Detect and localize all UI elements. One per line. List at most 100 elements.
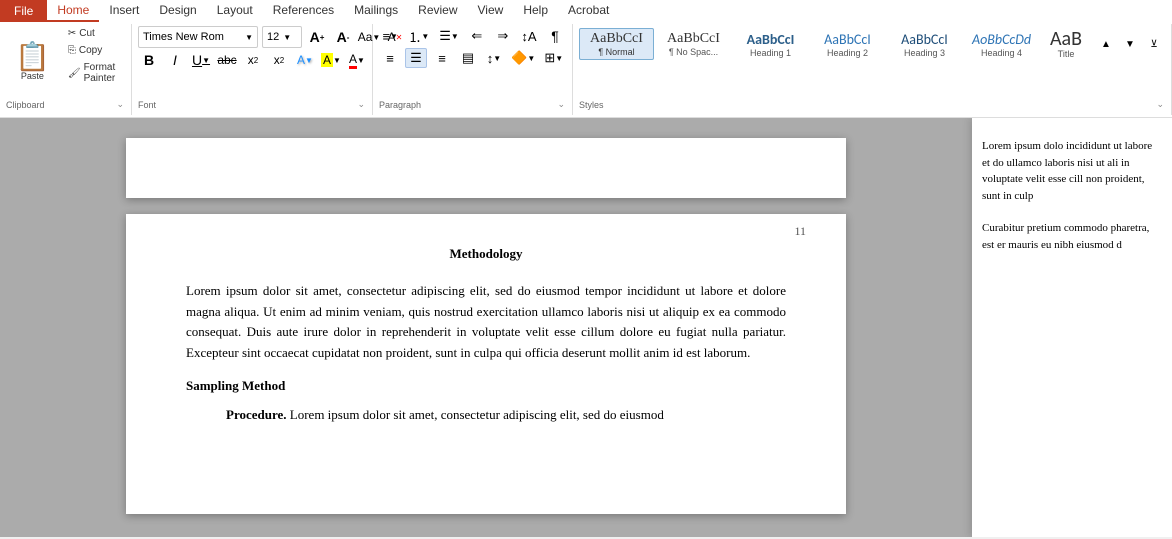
review-menu-item[interactable]: Review (408, 0, 467, 22)
cut-button[interactable]: ✂ Cut (63, 26, 125, 41)
style-no-spacing-button[interactable]: AaBbCcI ¶ No Spac... (656, 28, 731, 60)
font-grow-button[interactable]: A+ (306, 27, 328, 47)
acrobat-menu-item[interactable]: Acrobat (558, 0, 619, 22)
line-spacing-button[interactable]: ↕▼ (483, 48, 505, 68)
format-painter-icon: 🖌 (68, 68, 81, 79)
style-heading1-button[interactable]: AaBbCcI Heading 1 (733, 28, 808, 61)
font-size-dropdown-arrow: ▼ (283, 33, 291, 42)
right-para-1: Lorem ipsum dolo incididunt ut labore et… (982, 138, 1162, 204)
align-center-button[interactable]: ☰ (405, 48, 427, 68)
font-size-value: 12 (267, 31, 279, 43)
paragraph-group: ≡▼ ⒈▼ ☰▼ ⇐ ⇒ ↕A ¶ ≡ ☰ ≡ ▤ ↕▼ 🔶▼ ⊞▼ Parag… (373, 24, 573, 115)
style-heading1-preview: AaBbCcI (747, 31, 795, 48)
page-number: 11 (794, 224, 806, 239)
clipboard-expand-btn[interactable]: ⌄ (115, 98, 125, 111)
text-effects-button[interactable]: A▼ (294, 50, 316, 70)
references-menu-item[interactable]: References (263, 0, 344, 22)
format-painter-label: Format Painter (84, 62, 120, 84)
clipboard-group-label: Clipboard (6, 100, 45, 110)
strikethrough-button[interactable]: abc (216, 50, 238, 70)
scissors-icon: ✂ (68, 28, 76, 39)
sampling-method-heading: Sampling Method (186, 376, 786, 397)
paste-label: Paste (21, 71, 44, 81)
font-row-1: Times New Rom ▼ 12 ▼ A+ A- Aа▼ A✕ (138, 26, 366, 48)
style-heading4-label: Heading 4 (981, 48, 1022, 58)
page-content[interactable]: Methodology Lorem ipsum dolor sit amet, … (126, 214, 846, 464)
style-normal-label: ¶ Normal (598, 47, 634, 57)
mailings-menu-item[interactable]: Mailings (344, 0, 408, 22)
style-title-button[interactable]: AaB Title (1041, 26, 1091, 62)
paste-button[interactable]: 📋 Paste (6, 26, 59, 98)
style-normal-preview: AaBbCcI (590, 31, 643, 47)
font-size-selector[interactable]: 12 ▼ (262, 26, 302, 48)
cut-label: Cut (79, 28, 95, 39)
styles-more-button[interactable]: ⊻ (1143, 34, 1165, 54)
styles-expand-btn[interactable]: ⌄ (1155, 98, 1165, 111)
clipboard-side: ✂ Cut ⎘ Copy 🖌 Format Painter (63, 26, 125, 98)
justify-button[interactable]: ▤ (457, 48, 479, 68)
show-marks-button[interactable]: ¶ (544, 26, 566, 46)
main-paragraph[interactable]: Lorem ipsum dolor sit amet, consectetur … (186, 281, 786, 364)
decrease-indent-button[interactable]: ⇐ (466, 26, 488, 46)
insert-menu-item[interactable]: Insert (99, 0, 149, 22)
clipboard-group-footer: Clipboard ⌄ (6, 98, 125, 113)
paragraph-expand-btn[interactable]: ⌄ (556, 98, 566, 111)
right-para-1-text: Lorem ipsum dolo incididunt ut labore et… (982, 140, 1152, 202)
home-menu-item[interactable]: Home (47, 0, 99, 22)
style-heading4-button[interactable]: AoBbCcDd Heading 4 (964, 28, 1039, 61)
style-no-spacing-preview: AaBbCcI (667, 31, 720, 47)
align-right-button[interactable]: ≡ (431, 48, 453, 68)
design-menu-item[interactable]: Design (149, 0, 206, 22)
bold-button[interactable]: B (138, 50, 160, 70)
right-para-2-text: Curabitur pretium commodo pharetra, est … (982, 222, 1149, 251)
style-heading4-preview: AoBbCcDd (972, 31, 1031, 48)
font-shrink-button[interactable]: A- (332, 27, 354, 47)
style-heading3-label: Heading 3 (904, 48, 945, 58)
paragraph-group-label: Paragraph (379, 100, 421, 110)
bullet-list-button[interactable]: ≡▼ (379, 26, 401, 46)
style-normal-button[interactable]: AaBbCcI ¶ Normal (579, 28, 654, 60)
style-heading2-label: Heading 2 (827, 48, 868, 58)
methodology-heading: Methodology (186, 244, 786, 265)
styles-scroll-down-button[interactable]: ▼ (1119, 34, 1141, 54)
para-row-2: ≡ ☰ ≡ ▤ ↕▼ 🔶▼ ⊞▼ (379, 48, 566, 68)
shading-button[interactable]: 🔶▼ (509, 48, 538, 68)
styles-scroll-up-button[interactable]: ▲ (1095, 34, 1117, 54)
menu-items: Home Insert Design Layout References Mai… (47, 0, 1172, 22)
numbered-list-button[interactable]: ⒈▼ (405, 26, 432, 46)
style-title-label: Title (1058, 49, 1075, 59)
menu-bar: File Home Insert Design Layout Reference… (0, 0, 1172, 22)
help-menu-item[interactable]: Help (513, 0, 558, 22)
view-menu-item[interactable]: View (468, 0, 514, 22)
italic-button[interactable]: I (164, 50, 186, 70)
borders-button[interactable]: ⊞▼ (542, 48, 566, 68)
superscript-button[interactable]: x2 (268, 50, 290, 70)
procedure-text[interactable]: Lorem ipsum dolor sit amet, consectetur … (290, 407, 664, 422)
page-container[interactable]: 11 Methodology Lorem ipsum dolor sit ame… (0, 118, 972, 537)
layout-menu-item[interactable]: Layout (207, 0, 263, 22)
align-left-button[interactable]: ≡ (379, 48, 401, 68)
ribbon: 📋 Paste ✂ Cut ⎘ Copy 🖌 Format Painter C (0, 22, 1172, 118)
increase-indent-button[interactable]: ⇒ (492, 26, 514, 46)
subscript-button[interactable]: x2 (242, 50, 264, 70)
file-menu-item[interactable]: File (0, 0, 47, 22)
font-family-selector[interactable]: Times New Rom ▼ (138, 26, 258, 48)
highlight-color-button[interactable]: A▼ (320, 50, 342, 70)
font-expand-btn[interactable]: ⌄ (356, 98, 366, 111)
style-heading3-button[interactable]: AaBbCcI Heading 3 (887, 28, 962, 61)
sort-button[interactable]: ↕A (518, 26, 540, 46)
paste-icon: 📋 (15, 43, 50, 71)
clipboard-top: 📋 Paste ✂ Cut ⎘ Copy 🖌 Format Painter (6, 26, 125, 98)
format-painter-button[interactable]: 🖌 Format Painter (63, 60, 125, 86)
copy-button[interactable]: ⎘ Copy (63, 43, 125, 58)
font-color-button[interactable]: A▼ (346, 50, 368, 70)
right-para-2: Curabitur pretium commodo pharetra, est … (982, 220, 1162, 253)
procedure-paragraph: Procedure. Lorem ipsum dolor sit amet, c… (186, 405, 786, 426)
style-heading3-preview: AaBbCcI (901, 31, 948, 48)
style-title-preview: AaB (1050, 29, 1082, 49)
underline-button[interactable]: U▼ (190, 50, 212, 70)
style-heading2-button[interactable]: AaBbCcI Heading 2 (810, 28, 885, 61)
multilevel-list-button[interactable]: ☰▼ (436, 26, 462, 46)
page-top-partial (126, 138, 846, 198)
font-group-label: Font (138, 100, 156, 110)
